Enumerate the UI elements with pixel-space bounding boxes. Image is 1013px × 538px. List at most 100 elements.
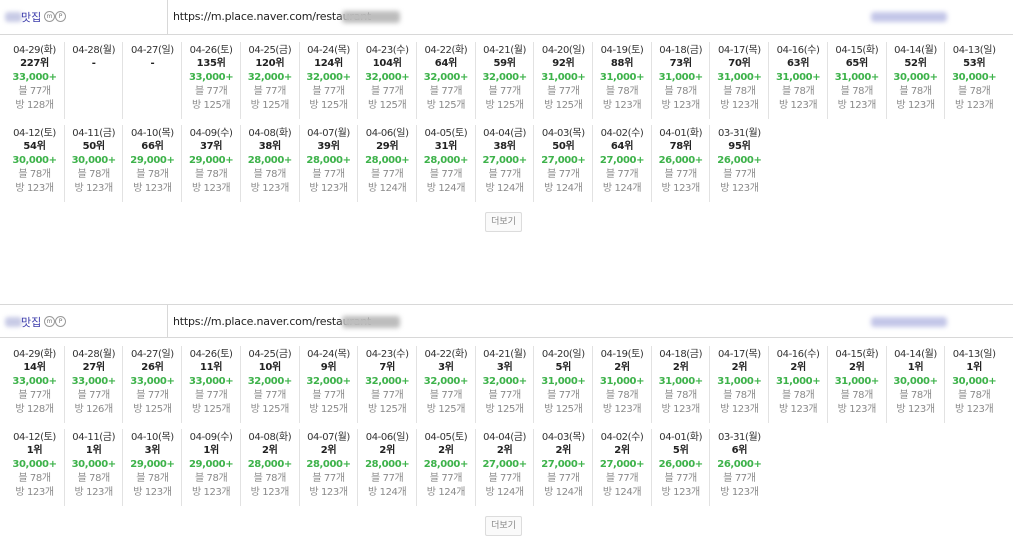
day-cell: 04-21(월) 59위 32,000+ 블 77개 방 125개 — [474, 42, 534, 119]
panel-header: 맛집 m P https://m.place.naver.com/restaur… — [0, 304, 1013, 338]
day-date: 04-19(토) — [600, 349, 644, 360]
blog-review-count: 블 77개 — [371, 86, 404, 97]
blog-review-count — [123, 85, 181, 99]
visitor-review-count: 방 123개 — [778, 100, 818, 111]
day-rank: 38위 — [493, 141, 516, 152]
day-cell: 04-13(일) 1위 30,000+ 블 78개 방 123개 — [944, 346, 1003, 423]
day-cell: 04-16(수) 2위 31,000+ 블 78개 방 123개 — [768, 346, 827, 423]
day-cell: 04-21(월) 3위 32,000+ 블 77개 방 125개 — [474, 346, 534, 423]
blog-review-count: 블 78개 — [781, 390, 815, 401]
day-cell: 04-08(화) 2위 28,000+ 블 78개 방 123개 — [239, 429, 299, 506]
day-price: 31,000+ — [834, 72, 880, 83]
blog-review-count: 블 78개 — [253, 169, 287, 180]
shop-name-cell: 맛집 m P — [0, 0, 168, 34]
visitor-review-count — [123, 99, 181, 113]
day-price: 32,000+ — [423, 72, 469, 83]
day-rank: 1위 — [907, 362, 924, 373]
day-price: 31,000+ — [599, 376, 645, 387]
day-rank: 1위 — [203, 445, 219, 456]
visitor-review-count: 방 123개 — [720, 183, 759, 194]
day-date: 04-12(토) — [13, 432, 56, 443]
blog-review-count: 블 77개 — [547, 86, 580, 97]
day-rank: 70위 — [728, 58, 751, 69]
blog-review-count: 블 78개 — [136, 473, 169, 484]
blog-review-count: 블 78개 — [899, 86, 932, 97]
day-date: 04-25(금) — [248, 349, 292, 360]
day-cell: 04-26(토) 135위 33,000+ 블 77개 방 125개 — [181, 42, 240, 119]
day-date: 04-15(화) — [835, 45, 879, 56]
blog-review-count: 블 78개 — [605, 390, 639, 401]
visitor-review-count: 방 125개 — [485, 100, 524, 111]
visitor-review-count: 방 123개 — [661, 100, 701, 111]
blog-review-count: 블 77개 — [605, 473, 639, 484]
day-rank: 3위 — [144, 445, 161, 456]
day-date: 04-04(금) — [483, 432, 527, 443]
day-cell: 04-23(수) 7위 32,000+ 블 77개 방 125개 — [357, 346, 416, 423]
day-cell: 04-07(월) 39위 28,000+ 블 77개 방 123개 — [298, 125, 358, 202]
visitor-review-count: 방 128개 — [15, 404, 54, 415]
blog-review-count: 블 77개 — [194, 86, 228, 97]
day-rank: 50위 — [82, 141, 106, 152]
blog-review-count: 블 78개 — [253, 473, 287, 484]
redacted-url-id — [342, 11, 400, 23]
blog-review-count: 블 77개 — [371, 390, 404, 401]
day-rank: 73위 — [669, 58, 693, 69]
day-cell: 04-03(목) 50위 27,000+ 블 77개 방 124개 — [533, 125, 592, 202]
day-date: 04-13(일) — [952, 45, 996, 56]
day-rank: 63위 — [786, 58, 810, 69]
blog-review-count: 블 78개 — [840, 86, 874, 97]
more-button[interactable]: 더보기 — [485, 516, 522, 536]
day-price: 32,000+ — [365, 376, 410, 387]
blog-review-count: 블 77개 — [664, 169, 698, 180]
rank-panel-2: 맛집 m P https://m.place.naver.com/restaur… — [0, 304, 1013, 538]
day-rank: 26위 — [141, 362, 164, 373]
blog-review-count: 블 77개 — [547, 473, 580, 484]
day-rank: 54위 — [23, 141, 46, 152]
day-cell: 04-01(화) 5위 26,000+ 블 77개 방 123개 — [650, 429, 710, 506]
day-date: 04-21(월) — [483, 45, 527, 56]
day-cell: 04-20(일) 92위 31,000+ 블 77개 방 125개 — [533, 42, 592, 119]
visitor-review-count: 방 123개 — [778, 404, 818, 415]
day-cell: 04-12(토) 54위 30,000+ 블 78개 방 123개 — [5, 125, 64, 202]
day-rank: 88위 — [610, 58, 634, 69]
visitor-review-count: 방 124개 — [602, 487, 642, 498]
day-date: 04-01(화) — [659, 432, 703, 443]
day-date: 04-10(목) — [130, 128, 174, 139]
visitor-review-count: 방 124개 — [426, 487, 466, 498]
day-price: 32,000+ — [247, 72, 293, 83]
day-cell: 04-02(수) 2위 27,000+ 블 77개 방 124개 — [592, 429, 651, 506]
day-rank: 31위 — [434, 141, 458, 152]
day-price: 33,000+ — [12, 72, 57, 83]
day-row: 04-29(화) 14위 33,000+ 블 77개 방 128개 04-28(월) 27위… — [5, 346, 1009, 429]
day-price: 33,000+ — [12, 376, 57, 387]
visitor-review-count: 방 123개 — [955, 100, 994, 111]
blog-review-count: 블 77개 — [488, 169, 521, 180]
redacted-keyword — [871, 317, 947, 327]
redacted-shop-name — [5, 12, 22, 22]
day-date: 04-05(토) — [424, 432, 468, 443]
visitor-review-count: 방 125개 — [426, 404, 466, 415]
day-rank: 2위 — [262, 445, 278, 456]
day-cell: 03-31(월) 6위 26,000+ 블 77개 방 123개 — [709, 429, 768, 506]
visitor-review-count: 방 124개 — [368, 183, 407, 194]
visitor-review-count: 방 128개 — [15, 100, 54, 111]
blog-review-count: 블 77개 — [253, 390, 287, 401]
visitor-review-count: 방 123개 — [133, 487, 172, 498]
more-button[interactable]: 더보기 — [485, 212, 522, 232]
day-date: 04-08(화) — [248, 432, 292, 443]
blog-review-count: 블 77개 — [429, 390, 463, 401]
day-date: 04-15(화) — [835, 349, 879, 360]
day-date: 04-09(수) — [189, 432, 233, 443]
day-rank: 2위 — [496, 445, 513, 456]
day-price: 27,000+ — [599, 459, 645, 470]
day-price: 30,000+ — [952, 376, 997, 387]
visitor-review-count: 방 123개 — [837, 100, 877, 111]
day-cell: 04-01(화) 78위 26,000+ 블 77개 방 123개 — [650, 125, 710, 202]
rank-panel-1: 맛집 m P https://m.place.naver.com/restaur… — [0, 0, 1013, 236]
day-price: 26,000+ — [717, 155, 762, 166]
day-cell: 04-19(토) 2위 31,000+ 블 78개 방 123개 — [592, 346, 651, 423]
day-cell: 04-05(토) 2위 28,000+ 블 77개 방 124개 — [415, 429, 475, 506]
day-date: 04-21(월) — [483, 349, 527, 360]
blog-review-count: 블 78개 — [664, 390, 698, 401]
visitor-review-count: 방 124개 — [426, 183, 466, 194]
